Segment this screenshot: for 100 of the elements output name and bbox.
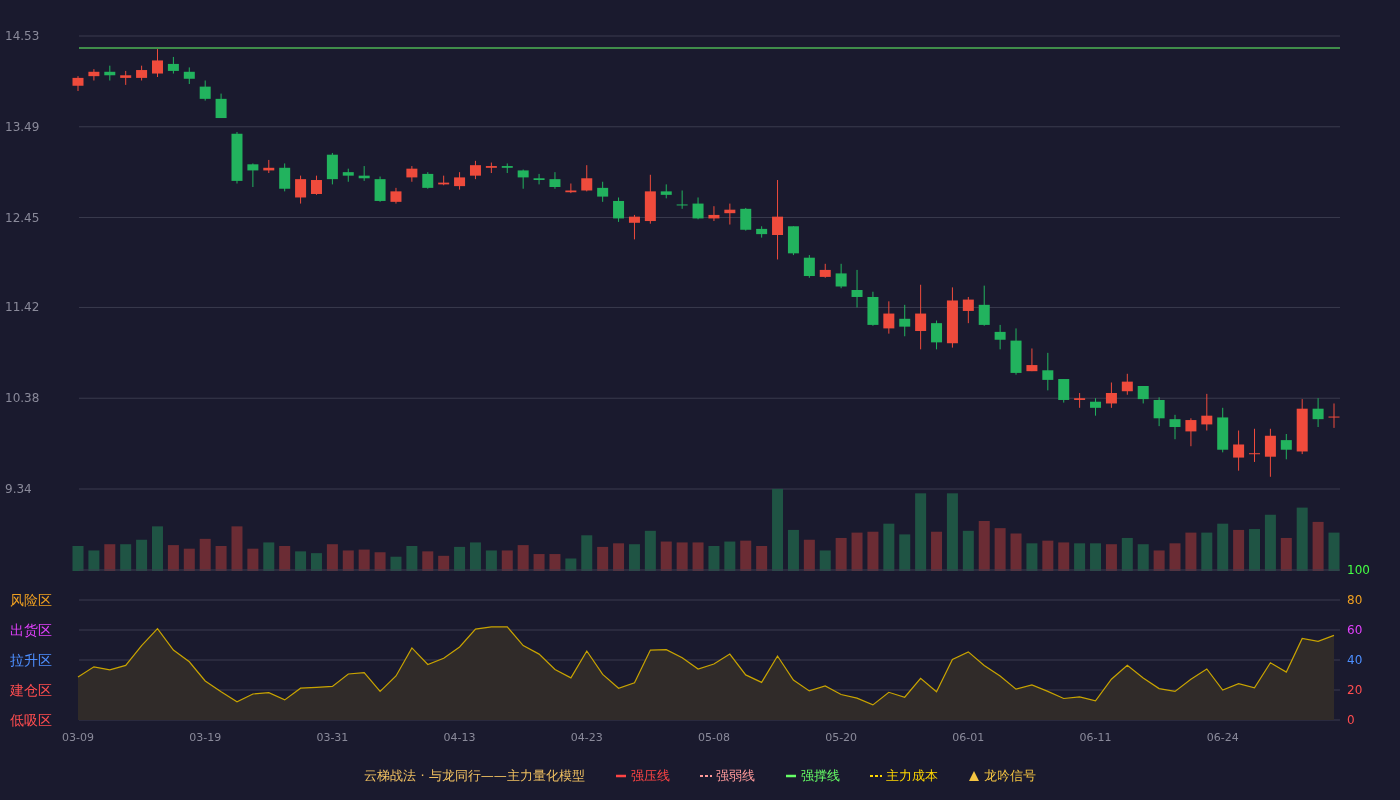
- volume-bar: [1185, 532, 1197, 571]
- volume-bar: [613, 543, 625, 571]
- volume-bar: [167, 545, 179, 571]
- candlestick: [231, 131, 243, 184]
- volume-bar: [533, 554, 545, 571]
- candlestick: [1328, 402, 1340, 429]
- candlestick: [803, 254, 815, 279]
- volume-bar: [883, 523, 895, 571]
- candlestick: [406, 165, 418, 183]
- candlestick: [1026, 347, 1038, 372]
- zone-label: 拉升区: [10, 652, 52, 668]
- candlestick: [1249, 428, 1260, 463]
- volume-bar: [819, 550, 831, 571]
- volume-bar: [1217, 523, 1229, 571]
- volume-bar: [72, 546, 84, 571]
- axis-label: 04-23: [570, 731, 603, 744]
- candlestick: [660, 183, 672, 199]
- volume-bar: [152, 526, 163, 571]
- volume-bar: [215, 546, 227, 571]
- candlestick: [978, 285, 990, 327]
- volume-bar: [1090, 543, 1101, 571]
- volume-bar: [803, 539, 815, 571]
- axis-label: 05-08: [697, 731, 730, 744]
- candlestick: [1264, 428, 1276, 478]
- candlestick: [549, 171, 561, 190]
- candlestick: [279, 162, 291, 192]
- volume-bar: [1280, 537, 1292, 571]
- axis-label: 06-11: [1079, 731, 1112, 744]
- volume-bar: [326, 544, 338, 571]
- volume-bar: [263, 542, 275, 571]
- candlestick: [581, 164, 593, 192]
- volume-bar: [88, 550, 100, 571]
- candlestick: [422, 171, 434, 190]
- legend-label: 龙吟信号: [983, 767, 1036, 786]
- candlestick: [565, 183, 577, 194]
- candlestick: [152, 48, 163, 78]
- volume-bar: [962, 530, 974, 571]
- volume-bar: [183, 548, 195, 571]
- candlestick: [1058, 378, 1070, 404]
- volume-bar: [787, 529, 799, 571]
- volume-bar: [295, 551, 307, 571]
- candlestick: [1233, 430, 1245, 472]
- volume-bar: [104, 544, 116, 571]
- candlestick: [994, 324, 1006, 350]
- zone-label: 低吸区: [10, 712, 52, 728]
- candlestick: [342, 168, 354, 183]
- candlestick: [390, 187, 402, 205]
- volume-bar: [247, 548, 259, 571]
- volume-bar: [1169, 543, 1181, 571]
- candlestick: [1137, 385, 1149, 404]
- candlestick: [88, 68, 100, 81]
- candlestick: [469, 160, 481, 180]
- axis-label: 13.49: [5, 119, 40, 134]
- volume-bar: [692, 542, 704, 571]
- candlestick: [326, 152, 338, 185]
- volume-bar: [1264, 514, 1276, 571]
- volume-bar: [724, 541, 736, 571]
- volume-bar: [756, 546, 768, 571]
- candlestick: [1169, 414, 1181, 440]
- volume-bar: [279, 546, 291, 571]
- candlestick: [136, 65, 148, 81]
- candlestick: [1280, 433, 1292, 460]
- volume-bar: [1328, 532, 1340, 571]
- axis-label: 03-31: [316, 731, 349, 744]
- axis-label: 20: [1347, 683, 1363, 697]
- axis-label: 03-09: [62, 731, 94, 744]
- candlestick: [597, 181, 609, 203]
- candlestick: [247, 162, 259, 188]
- axis-label: 10.38: [5, 391, 40, 406]
- axis-label: 06-24: [1206, 731, 1239, 744]
- candlestick: [676, 190, 688, 210]
- volume-bar: [1074, 543, 1086, 571]
- volume-bar: [549, 554, 561, 571]
- axis-label: 12.45: [5, 210, 40, 225]
- candlestick: [183, 66, 195, 85]
- volume-bar: [231, 526, 243, 571]
- legend-label: 强弱线: [715, 767, 755, 786]
- axis-label: 100: [1347, 563, 1370, 577]
- volume-bar: [1137, 544, 1149, 571]
- volume-bar: [899, 534, 911, 571]
- volume-bar: [1042, 540, 1054, 571]
- volume-bar: [581, 535, 593, 571]
- candlestick: [485, 162, 497, 174]
- axis-label: 40: [1347, 653, 1363, 667]
- volume-bar: [1249, 529, 1260, 571]
- volume-bar: [311, 553, 322, 571]
- candlestick: [454, 171, 466, 191]
- candlestick: [1312, 397, 1324, 428]
- zone-label: 风险区: [10, 592, 52, 608]
- axis-label: 05-20: [825, 731, 858, 744]
- zone-label: 出货区: [10, 622, 52, 638]
- candlestick: [1010, 327, 1022, 376]
- volume-bar: [406, 546, 418, 571]
- volume-bar: [978, 521, 990, 571]
- legend-label: 强压线: [630, 767, 670, 786]
- volume-bar: [136, 539, 148, 571]
- volume-bar: [565, 558, 577, 571]
- axis-label: 0: [1347, 713, 1355, 727]
- candlestick: [1153, 396, 1165, 427]
- volume-bar: [199, 538, 211, 571]
